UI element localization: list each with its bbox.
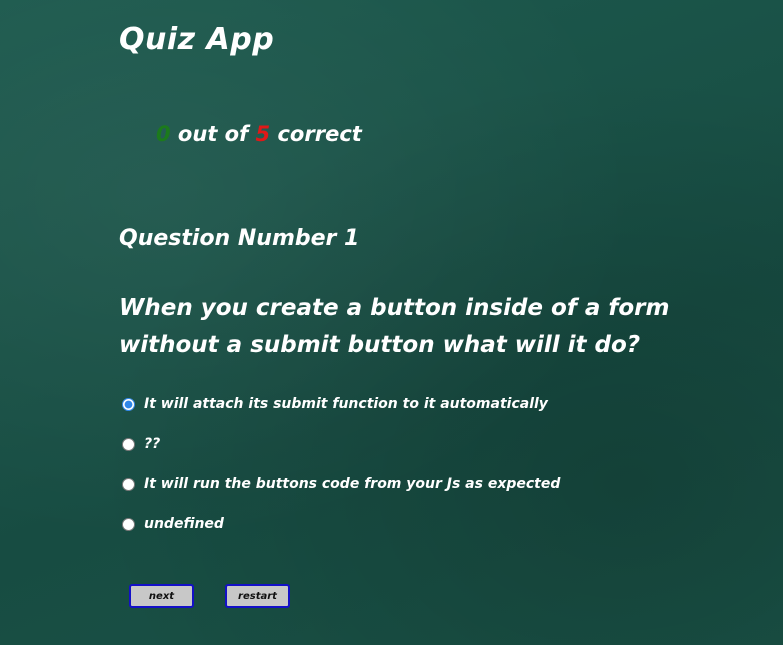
answer-list: It will attach its submit function to it…: [121, 392, 560, 552]
app-title: Quiz App: [119, 22, 275, 57]
answer-option[interactable]: undefined: [121, 512, 560, 536]
next-button[interactable]: next: [129, 584, 194, 608]
answer-label: It will attach its submit function to it…: [144, 396, 548, 412]
score-correct-count: 0: [156, 122, 171, 146]
question-text: When you create a button inside of a for…: [119, 295, 670, 358]
answer-option[interactable]: ??: [121, 432, 560, 456]
score-middle-text: out of: [170, 122, 256, 146]
answer-radio[interactable]: [122, 517, 135, 531]
answer-label: ??: [144, 436, 161, 452]
restart-button[interactable]: Restart: [225, 584, 290, 608]
answer-radio[interactable]: [122, 397, 135, 411]
score-suffix-text: correct: [270, 122, 362, 146]
answer-radio[interactable]: [122, 437, 135, 451]
answer-label: undefined: [144, 516, 224, 532]
answer-option[interactable]: It will run the buttons code from your J…: [121, 472, 560, 496]
question-number: Question Number 1: [119, 226, 360, 251]
answer-label: It will run the buttons code from your J…: [144, 476, 561, 492]
answer-option[interactable]: It will attach its submit function to it…: [121, 392, 560, 416]
answer-radio[interactable]: [122, 477, 135, 491]
score-total-count: 5: [255, 122, 271, 146]
score-line: 0 out of 5 correct: [156, 122, 362, 146]
